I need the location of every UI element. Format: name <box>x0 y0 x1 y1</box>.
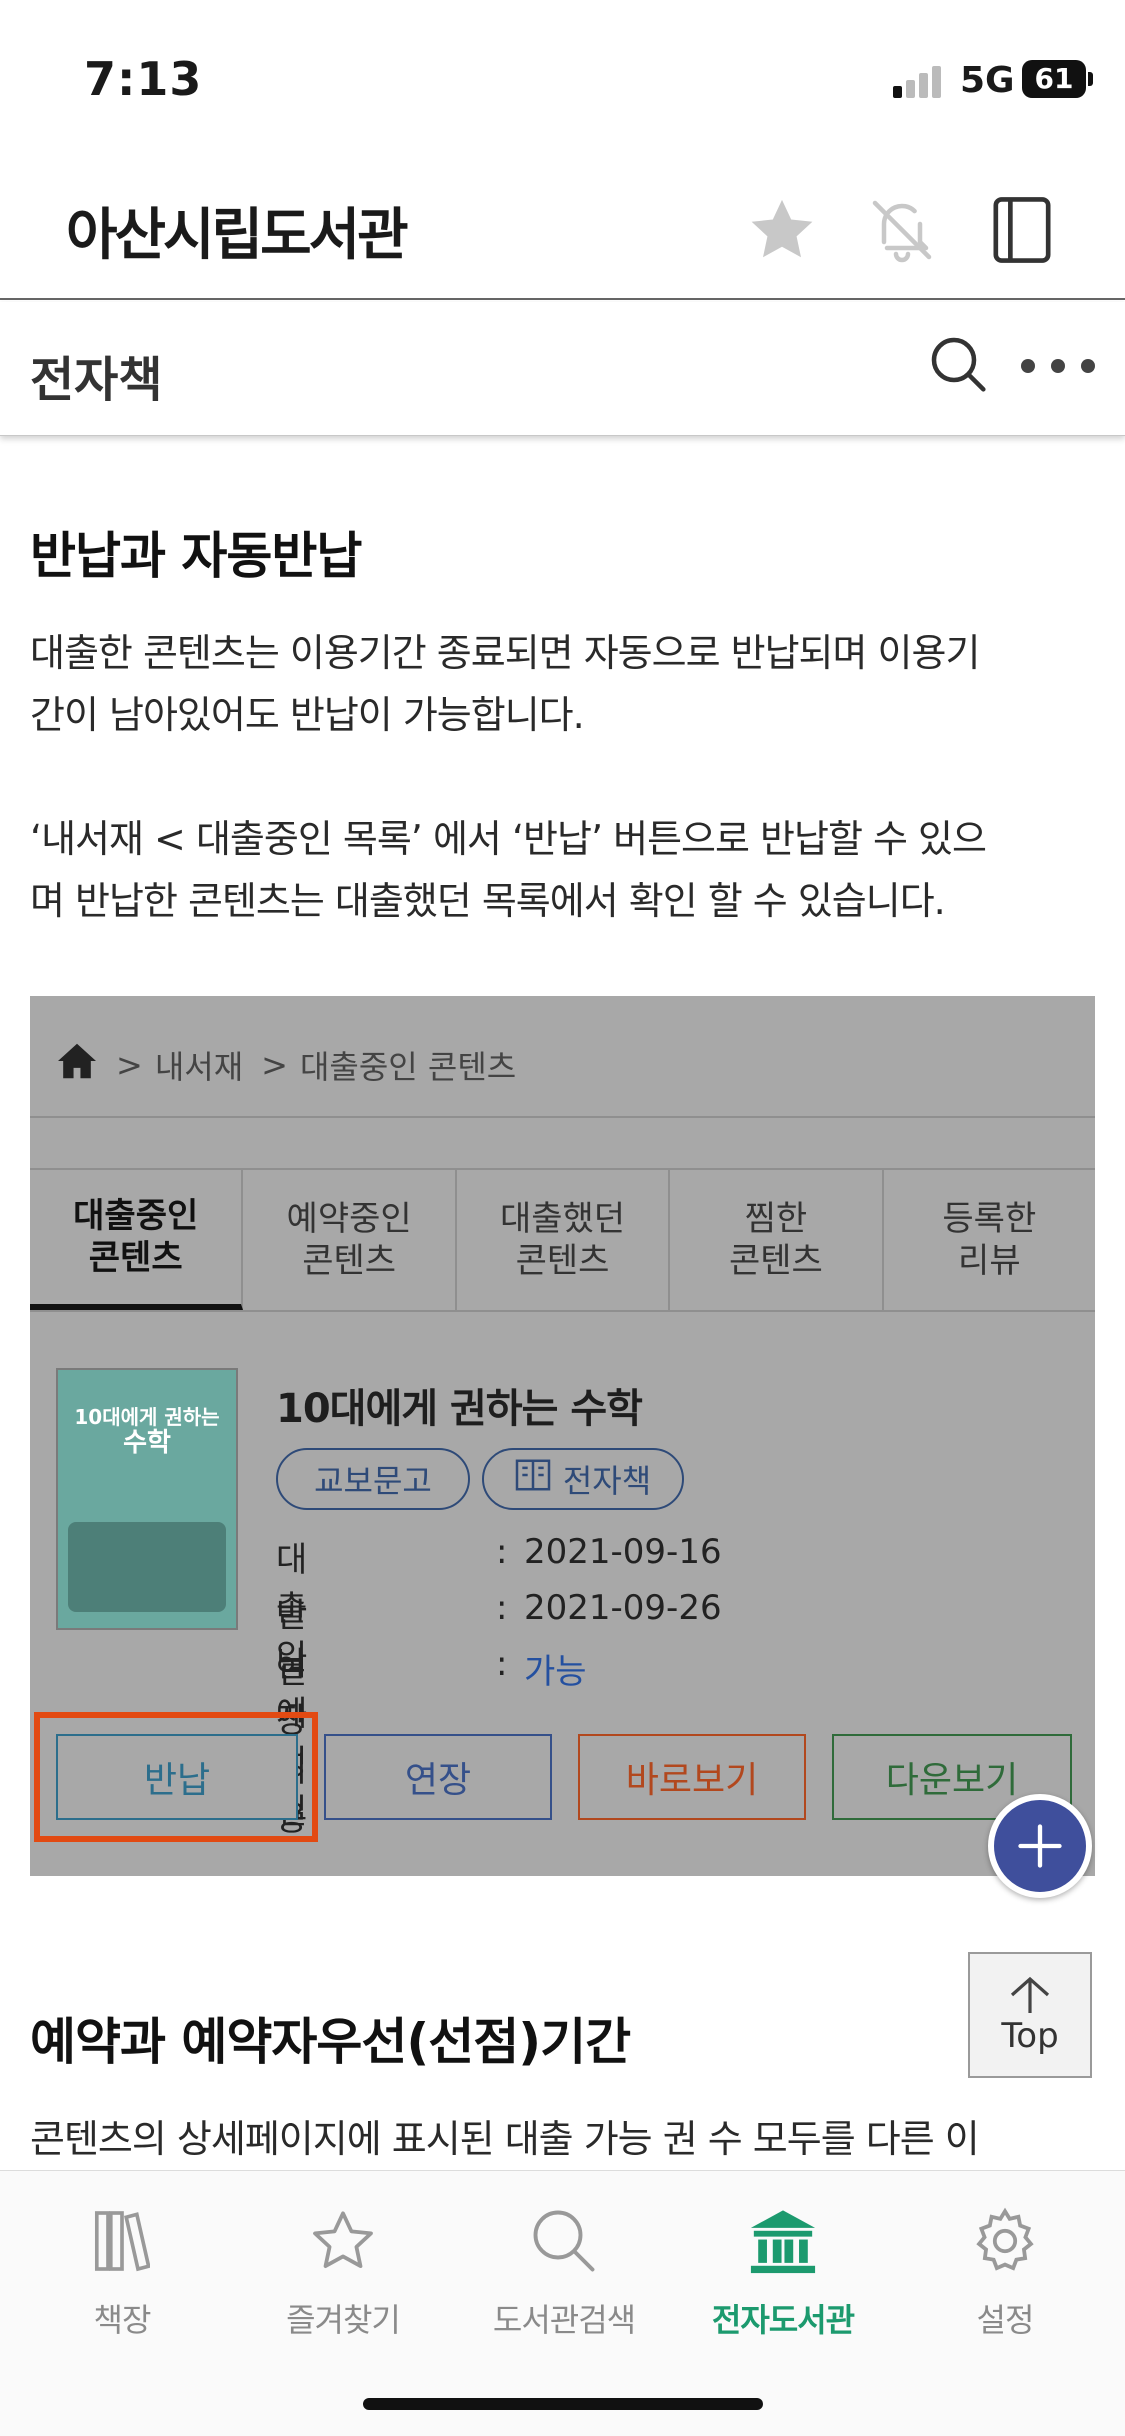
top-label: Top <box>1001 2016 1059 2056</box>
home-indicator <box>363 2398 763 2410</box>
search-icon <box>524 2201 604 2281</box>
breadcrumb: > 내서재 > 대출중인 콘텐츠 <box>56 1042 516 1088</box>
tab-label: 대출중인 <box>73 1196 199 1236</box>
tab-reviews: 등록한 리뷰 <box>884 1170 1095 1310</box>
section-bar: 전자책 <box>0 302 1125 436</box>
battery-icon: 61 <box>1022 60 1093 98</box>
signal-icon <box>893 64 943 98</box>
colon: : <box>496 1644 508 1684</box>
paragraph-line: 며 반납한 콘텐츠는 대출했던 목록에서 확인 할 수 있습니다. <box>30 879 946 923</box>
cover-illustration <box>68 1522 226 1612</box>
add-fab-button[interactable] <box>988 1794 1092 1898</box>
extend-button: 연장 <box>324 1734 552 1820</box>
paragraph-return-2: ‘내서재 < 대출중인 목록’ 에서 ‘반납’ 버튼으로 반납할 수 있으 며 … <box>30 808 1100 932</box>
tab-borrowed: 대출중인 콘텐츠 <box>30 1170 244 1310</box>
status-bar: 7:13 5G 61 <box>0 0 1125 150</box>
tab-wishlist: 찜한 콘텐츠 <box>670 1170 884 1310</box>
network-label: 5G <box>960 60 1015 101</box>
plus-icon <box>1018 1824 1062 1868</box>
colon: : <box>496 1532 508 1572</box>
nav-label: 설정 <box>976 2301 1035 2339</box>
nav-item-settings[interactable]: 설정 <box>905 2201 1105 2351</box>
bottom-nav: 책장 즐겨찾기 도서관검색 전자도서관 설정 <box>0 2170 1125 2436</box>
notification-off-icon[interactable] <box>862 190 942 270</box>
paragraph-line: 간이 남아있어도 반납이 가능합니다. <box>30 693 585 737</box>
publisher-tag: 교보문고 <box>276 1448 470 1510</box>
nav-item-library-search[interactable]: 도서관검색 <box>464 2201 664 2351</box>
ebook-type-label: 전자책 <box>562 1462 652 1500</box>
nav-label: 책장 <box>93 2301 152 2339</box>
loan-date: 2021-09-16 <box>524 1532 722 1572</box>
divider <box>30 1310 1095 1312</box>
tab-label: 콘텐츠 <box>302 1241 397 1281</box>
tab-reserved: 예약중인 콘텐츠 <box>243 1170 457 1310</box>
nav-item-favorites[interactable]: 즐겨찾기 <box>243 2201 443 2351</box>
tab-label: 콘텐츠 <box>515 1241 610 1281</box>
tab-label: 리뷰 <box>958 1241 1021 1281</box>
nav-label: 전자도서관 <box>711 2301 855 2339</box>
publisher-tag-label: 교보문고 <box>314 1462 432 1500</box>
tab-label: 등록한 <box>942 1199 1037 1239</box>
breadcrumb-item: 내서재 <box>154 1048 244 1086</box>
arrow-up-icon <box>1010 1976 1050 2013</box>
library-icon <box>743 2201 823 2281</box>
tab-label: 대출했던 <box>499 1199 626 1239</box>
heading-return: 반납과 자동반납 <box>30 527 362 585</box>
bookshelf-icon <box>82 2201 162 2281</box>
book-cover: 10대에게 권하는 수학 <box>56 1368 238 1630</box>
section-title: 전자책 <box>30 352 163 408</box>
divider <box>30 1116 1095 1118</box>
tab-history: 대출했던 콘텐츠 <box>457 1170 671 1310</box>
paragraph-return-1: 대출한 콘텐츠는 이용기간 종료되면 자동으로 반납되며 이용기 간이 남아있어… <box>30 622 1100 746</box>
guide-image: > 내서재 > 대출중인 콘텐츠 대출중인 콘텐츠 예약중인 콘텐츠 대출했던 … <box>30 996 1095 1876</box>
more-options-icon[interactable] <box>1018 356 1098 376</box>
nav-item-e-library[interactable]: 전자도서관 <box>683 2201 883 2351</box>
cover-text: 수학 <box>123 1428 171 1458</box>
favorite-star-icon[interactable] <box>742 190 822 270</box>
breadcrumb-separator: > <box>261 1046 288 1084</box>
app-title: 아산시립도서관 <box>66 203 409 268</box>
highlight-box <box>34 1712 318 1842</box>
breadcrumb-item: 대출중인 콘텐츠 <box>299 1048 517 1086</box>
tab-label: 콘텐츠 <box>88 1238 183 1278</box>
scroll-top-button[interactable]: Top <box>968 1952 1092 2078</box>
tab-label: 예약중인 <box>286 1199 412 1239</box>
paragraph-line: 대출한 콘텐츠는 이용기간 종료되면 자동으로 반납되며 이용기 <box>30 631 980 675</box>
cover-text: 10대에게 권하는 <box>74 1405 220 1429</box>
paragraph-reservation: 콘텐츠의 상세페이지에 표시된 대출 가능 권 수 모두를 다른 이 <box>30 2108 1100 2170</box>
home-icon <box>56 1042 98 1088</box>
due-date: 2021-09-26 <box>524 1588 722 1628</box>
nav-item-bookshelf[interactable]: 책장 <box>22 2201 222 2351</box>
ebook-icon <box>515 1459 551 1499</box>
article-content: 반납과 자동반납 대출한 콘텐츠는 이용기간 종료되면 자동으로 반납되며 이용… <box>0 436 1125 2170</box>
view-button: 바로보기 <box>578 1734 806 1820</box>
library-tabs: 대출중인 콘텐츠 예약중인 콘텐츠 대출했던 콘텐츠 찜한 콘텐츠 등록한 리뷰 <box>30 1170 1095 1310</box>
extend-value: 가능 <box>524 1652 587 1692</box>
paragraph-line: 콘텐츠의 상세페이지에 표시된 대출 가능 권 수 모두를 다른 이 <box>30 2117 980 2161</box>
app-header: 아산시립도서관 <box>0 150 1125 300</box>
star-icon <box>303 2201 383 2281</box>
gear-icon <box>965 2201 1045 2281</box>
tab-label: 콘텐츠 <box>729 1241 823 1281</box>
colon: : <box>496 1588 508 1628</box>
book-panel-icon[interactable] <box>982 190 1062 270</box>
breadcrumb-separator: > <box>116 1046 143 1084</box>
paragraph-line: ‘내서재 < 대출중인 목록’ 에서 ‘반납’ 버튼으로 반납할 수 있으 <box>30 817 987 861</box>
ebook-type-tag: 전자책 <box>482 1448 684 1510</box>
book-title: 10대에게 권하는 수학 <box>276 1386 643 1432</box>
nav-label: 즐겨찾기 <box>286 2301 401 2339</box>
search-icon[interactable] <box>926 332 990 396</box>
status-time: 7:13 <box>84 52 203 106</box>
tab-label: 찜한 <box>744 1199 808 1239</box>
nav-label: 도서관검색 <box>492 2301 636 2339</box>
heading-reservation: 예약과 예약자우선(선점)기간 <box>30 2013 631 2071</box>
